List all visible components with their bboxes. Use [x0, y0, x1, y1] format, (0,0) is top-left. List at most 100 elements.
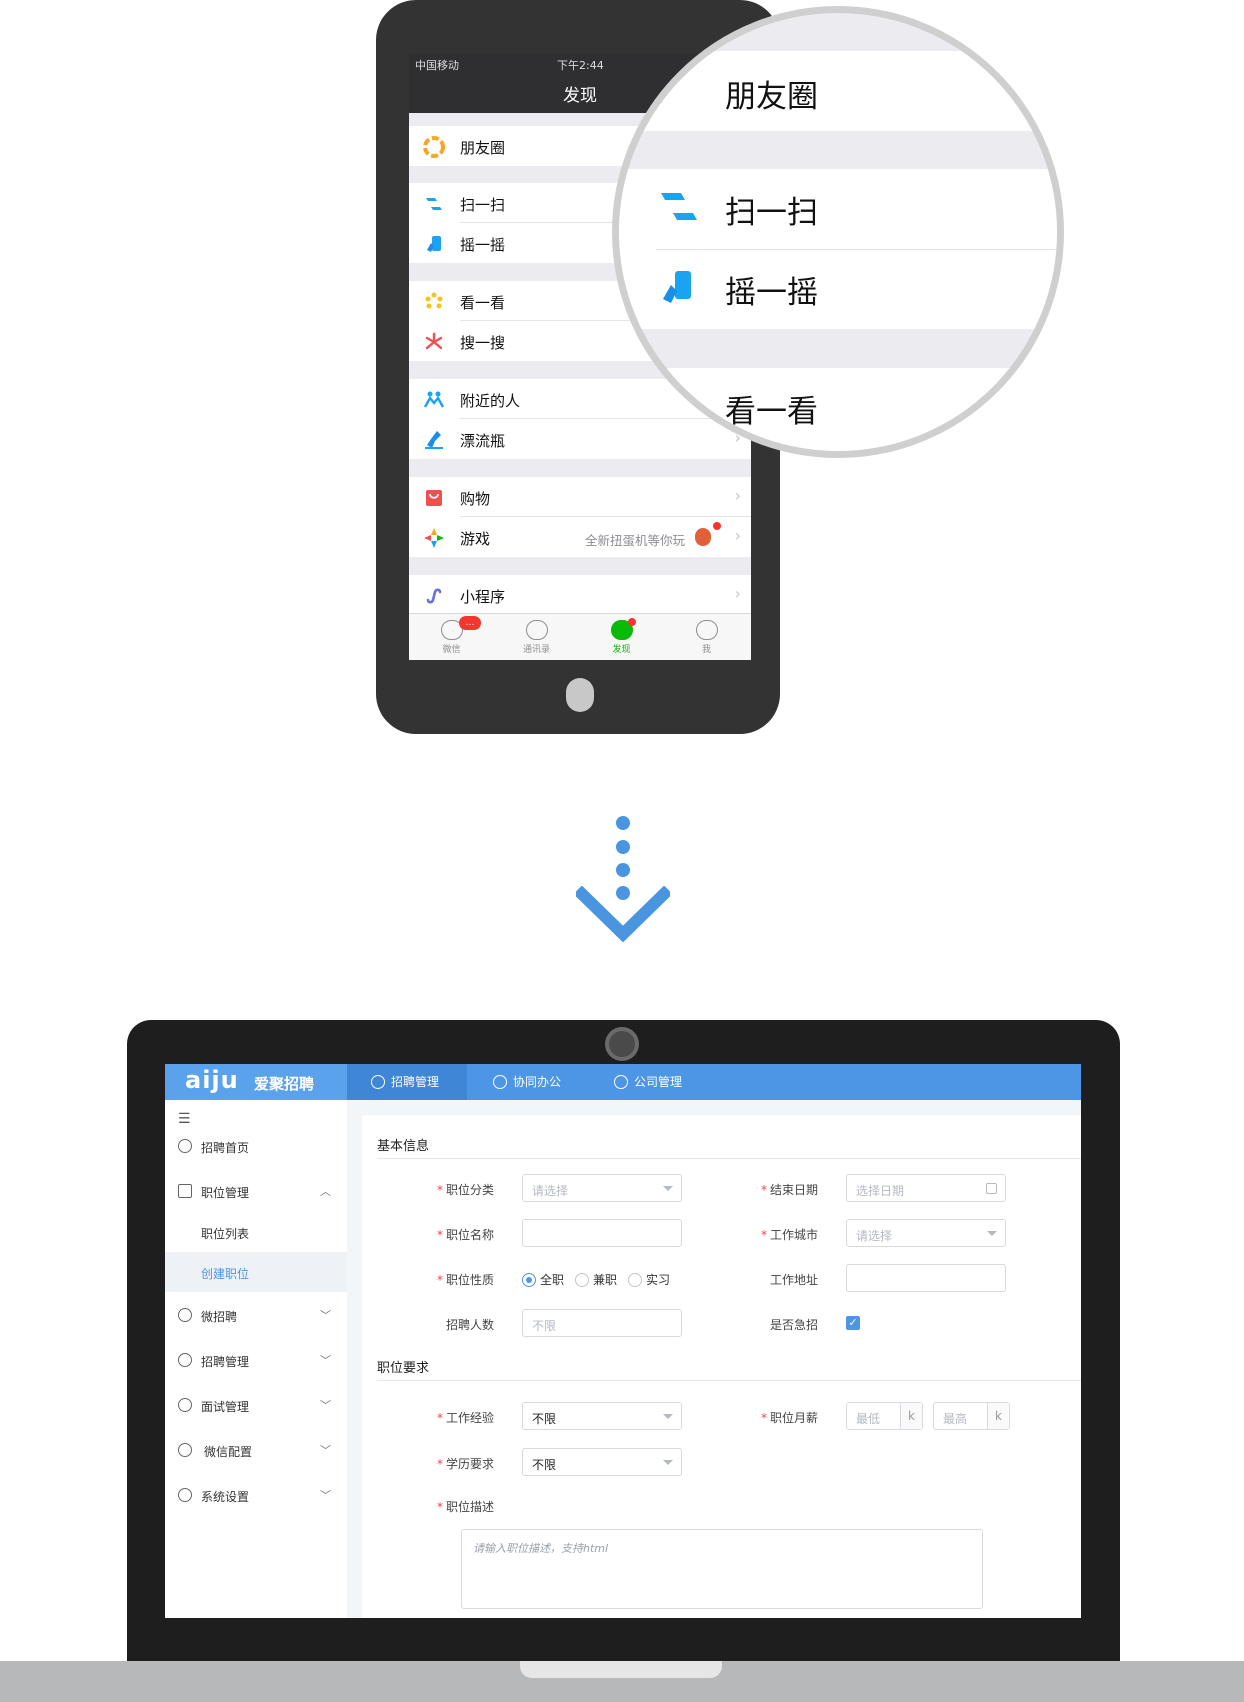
games-promo-text: 全新扭蛋机等你玩	[584, 533, 685, 548]
sidebar-item-wechat-config[interactable]: 微信配置 ﹀	[165, 1430, 347, 1470]
person-icon	[178, 1353, 192, 1367]
chevron-right-icon: ›	[734, 584, 741, 603]
logo-mark: aiju	[185, 1066, 239, 1094]
tab-me[interactable]: 我	[664, 614, 749, 660]
sidebar-sub-job-list[interactable]: 职位列表	[165, 1212, 347, 1252]
sidebar-item-recruitment[interactable]: 招聘管理 ﹀	[165, 1340, 347, 1380]
chevron-up-icon: ︿	[320, 1185, 331, 1198]
nav-collaboration[interactable]: 协同办公	[493, 1064, 593, 1100]
share-icon	[493, 1075, 507, 1089]
tab-chats[interactable]: … 微信	[409, 614, 494, 660]
sidebar-item-job-management[interactable]: 职位管理 ︿	[165, 1171, 347, 1211]
row-label: 朋友圈	[460, 139, 506, 157]
sidebar-sub-create-job[interactable]: 创建职位	[165, 1252, 347, 1292]
aiju-admin-app: aiju 爱聚招聘 招聘管理 协同办公 公司管理 ☰ 招聘首页 职位管理 ︿ 职…	[165, 1064, 1081, 1618]
urgent-checkbox[interactable]: ✓	[846, 1316, 860, 1330]
new-dot-badge	[713, 522, 721, 530]
city-select[interactable]: 请选择	[846, 1219, 1006, 1247]
drift-bottle-icon	[425, 431, 443, 449]
radio-unchecked-icon	[628, 1273, 642, 1287]
nav-company[interactable]: 公司管理	[614, 1064, 714, 1100]
tab-contacts[interactable]: 通讯录	[494, 614, 579, 660]
discover-row-mini-program[interactable]: 小程序 ›	[409, 575, 751, 615]
scan-icon	[426, 198, 442, 210]
menu-toggle-icon[interactable]: ☰	[178, 1112, 194, 1126]
scan-icon	[661, 193, 697, 220]
sidebar-item-home[interactable]: 招聘首页	[165, 1126, 347, 1166]
radio-unchecked-icon	[575, 1273, 589, 1287]
search-icon	[425, 332, 443, 350]
row-label: 游戏	[460, 530, 491, 548]
job-nature-label: * 职位性质	[436, 1273, 494, 1287]
nav-label: 招聘管理	[391, 1075, 440, 1089]
gashapon-icon	[695, 528, 711, 546]
chevron-down-icon: ﹀	[320, 1444, 331, 1457]
discover-row-games[interactable]: 游戏 全新扭蛋机等你玩 ›	[409, 517, 751, 557]
tab-discover[interactable]: 发现	[579, 614, 664, 660]
address-input[interactable]	[846, 1264, 1006, 1292]
section-title-requirements: 职位要求	[377, 1361, 430, 1376]
nav-label: 协同办公	[513, 1075, 562, 1089]
app-header: aiju 爱聚招聘 招聘管理 协同办公 公司管理	[165, 1064, 1081, 1100]
tab-label: 微信	[442, 645, 461, 655]
magnifier-zoom: 朋友圈 扫一扫 摇一摇 看一看	[612, 6, 1064, 458]
sidebar-item-label: 职位管理	[201, 1186, 250, 1200]
end-date-picker[interactable]: 选择日期	[846, 1174, 1006, 1202]
create-job-form: 基本信息 * 职位分类 请选择 * 结束日期 选择日期 * 职位名称 * 工作城市 请选…	[362, 1115, 1081, 1618]
id-card-icon	[178, 1184, 192, 1198]
sidebar-item-interview[interactable]: 面试管理 ﹀	[165, 1385, 347, 1425]
category-label: * 职位分类	[436, 1183, 494, 1197]
chevron-right-icon: ›	[734, 526, 741, 545]
job-name-input[interactable]	[522, 1219, 682, 1247]
education-select[interactable]: 不限	[522, 1448, 682, 1476]
shake-icon	[663, 271, 691, 303]
row-label: 小程序	[460, 588, 506, 606]
carrier-label: 中国移动	[415, 59, 459, 72]
tab-label: 我	[701, 645, 711, 655]
zoom-label: 朋友圈	[725, 79, 818, 115]
sidebar-item-micro-recruit[interactable]: 微招聘 ﹀	[165, 1295, 347, 1335]
sidebar-item-label: 系统设置	[201, 1490, 250, 1504]
zoom-row-scan-shake: 扫一扫 摇一摇	[619, 169, 1057, 329]
status-time: 下午2:44	[557, 59, 604, 72]
section-divider	[377, 1158, 1081, 1159]
headcount-input[interactable]: 不限	[522, 1309, 682, 1337]
person-icon	[695, 620, 718, 640]
app-logo[interactable]: aiju 爱聚招聘	[165, 1064, 347, 1100]
experience-select[interactable]: 不限	[522, 1402, 682, 1430]
sidebar-sub-label: 创建职位	[201, 1267, 250, 1281]
nav-label: 公司管理	[634, 1075, 683, 1089]
sidebar-item-label: 招聘首页	[201, 1141, 250, 1155]
end-date-label: * 结束日期	[760, 1183, 818, 1197]
salary-min-input[interactable]: 最低 k	[846, 1402, 923, 1430]
sidebar-item-label: 招聘管理	[201, 1355, 250, 1369]
zoom-label: 看一看	[725, 394, 818, 430]
salary-max-input[interactable]: 最高 k	[933, 1402, 1010, 1430]
sidebar-sub-label: 职位列表	[201, 1227, 250, 1241]
micro-recruit-icon	[178, 1308, 192, 1322]
discover-row-shopping[interactable]: 购物 ›	[409, 477, 751, 517]
row-label: 搜一搜	[460, 334, 506, 352]
nav-recruitment[interactable]: 招聘管理	[347, 1064, 467, 1100]
shake-icon	[427, 236, 441, 252]
caret-down-icon	[663, 1186, 673, 1191]
chevron-down-icon	[576, 886, 670, 943]
caret-down-icon	[987, 1231, 997, 1236]
description-textarea[interactable]: 请输入职位描述，支持html	[461, 1529, 983, 1609]
zoom-label: 扫一扫	[725, 195, 818, 231]
radio-parttime[interactable]: 兼职	[575, 1271, 617, 1288]
contacts-icon	[525, 620, 548, 640]
caret-down-icon	[663, 1460, 673, 1465]
city-label: * 工作城市	[760, 1228, 818, 1242]
sidebar-item-label: 微信配置	[204, 1445, 253, 1459]
sidebar-item-label: 微招聘	[201, 1310, 238, 1324]
sidebar-item-settings[interactable]: 系统设置 ﹀	[165, 1475, 347, 1515]
radio-fulltime[interactable]: 全职	[522, 1271, 564, 1288]
webcam	[605, 1027, 639, 1061]
row-label: 购物	[460, 490, 491, 508]
row-label: 漂流瓶	[460, 432, 506, 450]
wechat-tab-bar: … 微信 通讯录 发现 我	[409, 613, 751, 660]
category-select[interactable]: 请选择	[522, 1174, 682, 1202]
radio-internship[interactable]: 实习	[628, 1271, 670, 1288]
chevron-down-icon: ﹀	[320, 1309, 331, 1322]
